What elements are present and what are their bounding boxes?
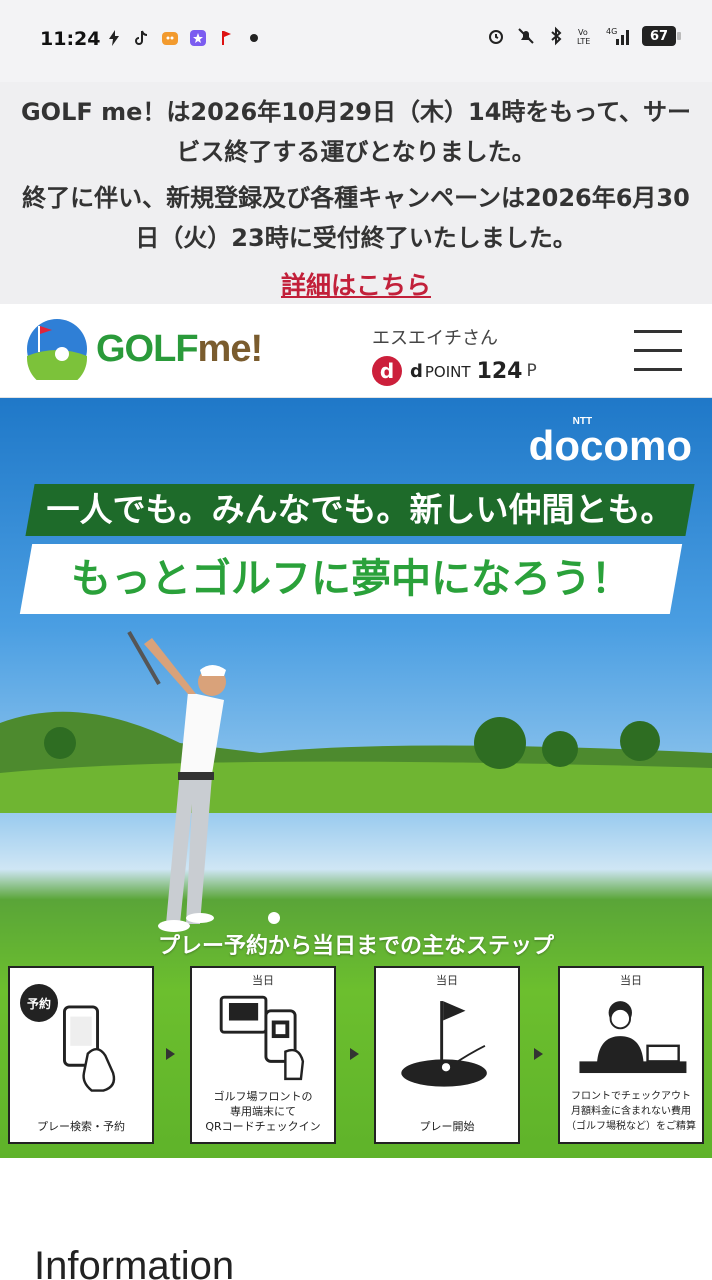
phone-tap-icon — [63, 1005, 116, 1092]
step-card-checkin: 当日 ゴルフ場フロントの 専用端末にて QRコードチェックイン — [190, 966, 336, 1144]
golf-hole-flag-icon — [401, 1001, 487, 1087]
status-bar: 11:24 Vo LTE 4G 67 — [0, 0, 712, 82]
golfer-illustration — [127, 631, 226, 932]
bluetooth-icon — [551, 26, 562, 46]
step-label: プレー開始 — [419, 1120, 475, 1133]
svg-text:Vo: Vo — [578, 28, 588, 37]
signal-icon: 4G — [606, 27, 629, 45]
hamburger-menu-button[interactable] — [634, 330, 682, 374]
information-heading: Information — [34, 1244, 235, 1280]
alarm-icon — [489, 30, 503, 44]
notice-line-2: 終了に伴い、新規登録及び各種キャンペーンは2026年6月30日（火）23時に受付… — [22, 184, 690, 252]
golf-ball-icon — [268, 912, 280, 924]
docomo-logo: NTT docomo — [528, 416, 692, 469]
dpoint-label: d POINT — [410, 360, 471, 382]
step-label: プレー検索・予約 — [37, 1120, 125, 1133]
step-label: ゴルフ場フロントの 専用端末にて QRコードチェックイン — [205, 1090, 321, 1133]
steps-row: 予約 プレー検索・予約 当日 ゴルフ場フロントの 専用端末にて QRコードチェッ… — [8, 966, 708, 1144]
tagline-band-1: 一人でも。みんなでも。新しい仲間とも。 — [25, 484, 695, 536]
step-arrow-icon — [534, 1048, 543, 1060]
status-time: 11:24 — [40, 28, 101, 50]
tagline-band-2: もっとゴルフに夢中になろう！ — [19, 544, 683, 614]
user-info[interactable]: エスエイチさん d d POINT 124 P — [372, 324, 537, 386]
dpoint-balance: d d POINT 124 P — [372, 356, 537, 386]
dpoint-unit: P — [526, 361, 537, 381]
bolt-icon — [109, 30, 119, 46]
user-name: エスエイチさん — [372, 328, 498, 349]
notice-line-1: GOLF me！は2026年10月29日（木）14時をもって、サービス終了する運… — [20, 98, 692, 166]
details-link[interactable]: 詳細はこちら — [281, 266, 431, 302]
volte-icon: VoLTE — [577, 28, 590, 46]
mute-icon — [518, 28, 534, 44]
menu-line — [634, 368, 682, 371]
dpoint-value: 124 — [476, 358, 523, 384]
logo-text: GOLFme! — [96, 327, 263, 370]
dpoint-logo-icon: d — [372, 356, 402, 386]
notification-icons — [104, 28, 264, 48]
step-card-play: 当日 プレー開始 — [374, 966, 520, 1144]
step-arrow-icon — [166, 1048, 175, 1060]
step-label: フロントでチェックアウト 月額料金に含まれない費用 （ゴルフ場税など）をご精算 — [566, 1091, 696, 1132]
step-arrow-icon — [350, 1048, 359, 1060]
svg-text:4G: 4G — [606, 27, 617, 36]
battery-indicator: 67 — [642, 26, 681, 46]
hero-banner[interactable]: NTT docomo 一人でも。みんなでも。新しい仲間とも。 もっとゴルフに夢中… — [0, 398, 712, 1158]
golfme-logo[interactable]: GOLFme! — [26, 318, 263, 380]
dot-icon — [250, 34, 258, 42]
app-cat-icon — [162, 32, 178, 45]
golf-flag-icon — [222, 31, 231, 45]
qr-terminal-icon — [219, 995, 305, 1081]
service-end-notice: GOLF me！は2026年10月29日（木）14時をもって、サービス終了する運… — [0, 82, 712, 304]
logo-emblem-icon — [27, 319, 87, 380]
system-icons: Vo LTE 4G 67 — [486, 26, 681, 46]
tiktok-icon — [135, 30, 148, 45]
app-star-icon — [190, 30, 206, 46]
step-card-search: 予約 プレー検索・予約 — [8, 966, 154, 1144]
steps-title: プレー予約から当日までの主なステップ — [157, 934, 554, 959]
site-header: GOLFme! エスエイチさん d d POINT 124 P — [0, 304, 712, 398]
step-card-checkout: 当日 フロントでチェックアウト 月額料金に含まれない費用 （ゴルフ場税など）をご… — [558, 966, 704, 1144]
svg-text:LTE: LTE — [577, 37, 590, 46]
menu-line — [634, 330, 682, 333]
front-desk-staff-icon — [579, 1001, 687, 1074]
menu-line — [634, 349, 682, 352]
